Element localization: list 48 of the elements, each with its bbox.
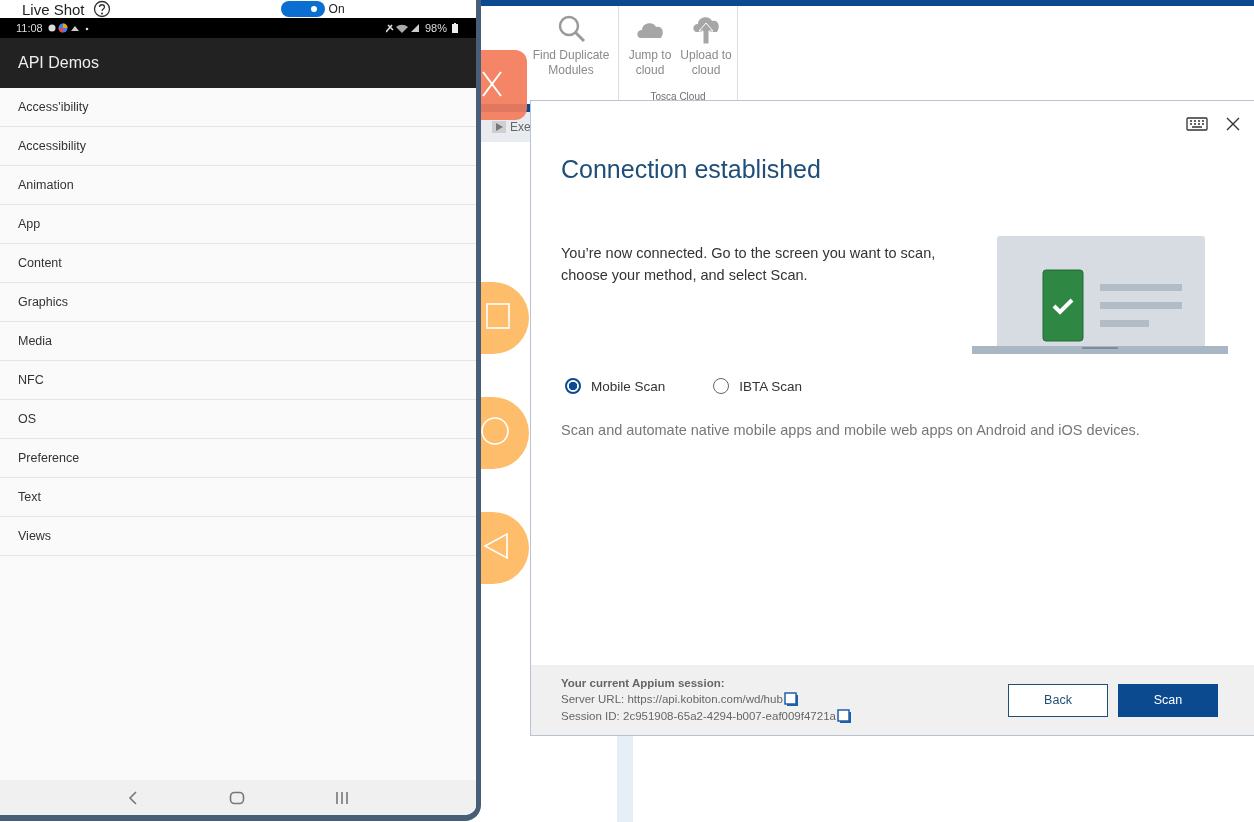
keyboard-icon[interactable] [1186,117,1208,131]
list-item[interactable]: Accessibility [0,127,476,166]
server-url: Server URL: https://api.kobiton.com/wd/hub [561,693,783,705]
play-icon [492,121,506,133]
list-item[interactable]: Content [0,244,476,283]
list-item[interactable]: Preference [0,439,476,478]
close-button[interactable] [481,50,527,120]
cloud-upload-icon [691,14,721,44]
close-icon[interactable] [1226,117,1240,131]
dialog-title: Connection established [561,155,822,184]
radio-option[interactable]: Mobile Scan [565,378,666,394]
session-heading: Your current Appium session: [561,677,726,689]
back-button[interactable]: Back [1008,683,1108,717]
clock: 11:08 [16,22,43,34]
back-icon[interactable] [127,789,139,806]
list-item[interactable]: OS [0,400,476,439]
list-item[interactable]: Access'ibility [0,88,476,127]
help-icon[interactable] [92,0,111,18]
copy-icon[interactable] [836,709,851,723]
tab[interactable]: Exe [492,120,531,134]
list-item[interactable]: Graphics [0,283,476,322]
signal-icons-drawing [385,23,420,33]
list-item[interactable]: Text [0,478,476,517]
list-item[interactable]: NFC [0,361,476,400]
toggle-label: On [328,2,345,16]
search-icon [556,14,586,44]
radio-option[interactable]: IBTA Scan [713,378,803,394]
toggle-switch[interactable] [280,1,325,17]
list-item[interactable]: Animation [0,166,476,205]
copy-icon[interactable] [783,692,798,706]
list-item[interactable]: Media [0,322,476,361]
battery-level: 98% [424,22,447,34]
description-text: Scan and automate native mobile apps and mobile web apps on Android and iOS devices. [561,422,1141,438]
group-label: Tosca Cloud [650,91,706,103]
ribbon-button[interactable]: Jump to cloud [624,14,676,78]
scan-button[interactable]: Scan [1118,683,1218,717]
recents-icon[interactable] [335,790,349,805]
battery-icon [452,23,458,33]
home-icon[interactable] [229,790,245,805]
ribbon-button[interactable]: Upload to cloud [680,14,732,78]
ribbon-button[interactable]: Find Duplicate Modules [528,14,614,104]
app-title: API Demos [18,54,99,72]
list-item[interactable]: App [0,205,476,244]
list-item[interactable]: Views [0,517,476,556]
message-text: You’re now connected. Go to the screen you want to scan, choose your method, and select Scan. [561,244,937,285]
live-shot-label: Live Shot [22,0,85,18]
radio-button[interactable] [565,378,581,394]
session-id: Session ID: 2c951908-65a2-4294-b007-eaf009f4721a [561,710,836,722]
